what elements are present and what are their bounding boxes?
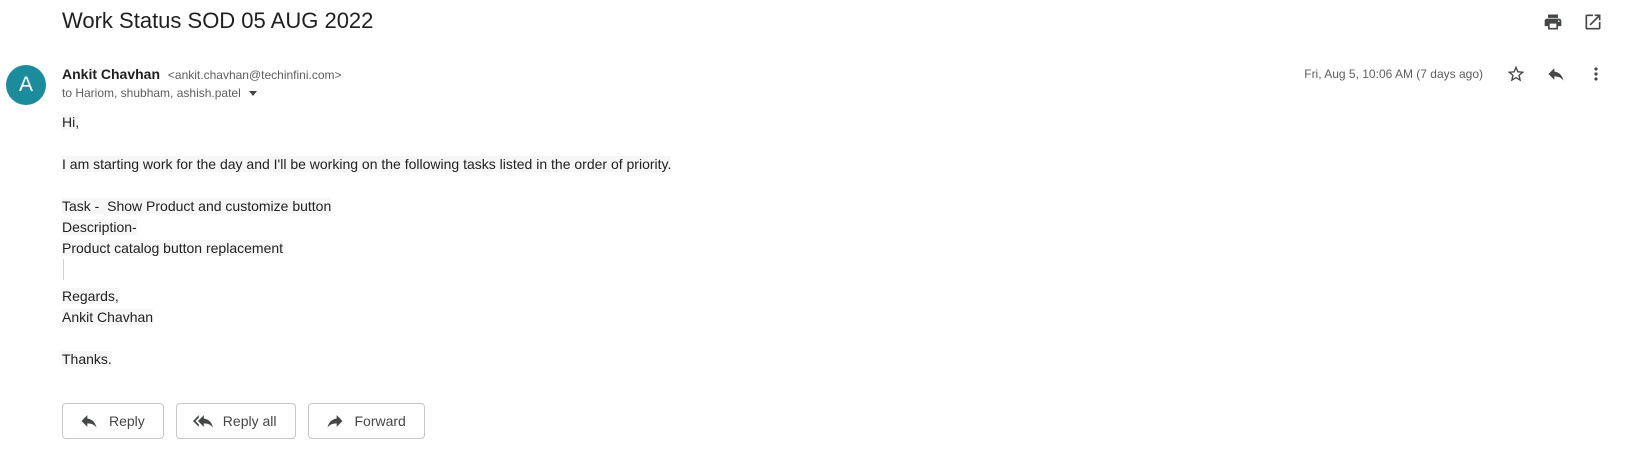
body-signature: Ankit Chavhan (62, 309, 154, 325)
recipients-line: to Hariom, shubham, ashish.patel (62, 85, 257, 101)
star-icon[interactable] (1497, 58, 1535, 90)
chevron-down-icon[interactable] (248, 90, 257, 96)
body-regards: Regards, (62, 288, 119, 304)
email-subject: Work Status SOD 05 AUG 2022 (62, 8, 374, 33)
thread-toolbar (1535, 6, 1611, 38)
open-in-new-icon[interactable] (1575, 6, 1611, 38)
avatar[interactable]: A (6, 65, 46, 105)
body-task: Task - Show Product and customize button (62, 198, 332, 214)
reply-all-icon (192, 415, 213, 428)
body-spacer (62, 175, 671, 196)
body-thanks: Thanks. (62, 351, 112, 367)
email-view: Work Status SOD 05 AUG 2022 A Ankit Chav… (0, 0, 1625, 461)
more-vert-icon[interactable] (1577, 58, 1615, 90)
recipients-text: to Hariom, shubham, ashish.patel (62, 86, 241, 100)
body-description: Product catalog button replacement (62, 240, 284, 256)
message-date: Fri, Aug 5, 10:06 AM (7 days ago) (1304, 67, 1483, 81)
sender-line: Ankit Chavhan <ankit.chavhan@techinfini.… (62, 65, 342, 84)
message-body: Hi, I am starting work for the day and I… (62, 112, 672, 370)
reply-actions: Reply Reply all Forward (62, 403, 425, 439)
body-spacer (62, 259, 671, 286)
reply-button-label: Reply (109, 413, 145, 429)
body-description-label: Description- (62, 219, 137, 235)
sender-email: <ankit.chavhan@techinfini.com> (167, 68, 342, 82)
forward-button-label: Forward (354, 413, 406, 429)
reply-all-button[interactable]: Reply all (175, 403, 296, 439)
reply-button[interactable]: Reply (62, 403, 164, 439)
body-spacer (62, 328, 671, 349)
body-greeting: Hi, (62, 114, 80, 130)
body-spacer (62, 133, 671, 154)
sender-name[interactable]: Ankit Chavhan (62, 66, 160, 82)
body-intro: I am starting work for the day and I'll … (62, 156, 672, 172)
print-icon[interactable] (1535, 6, 1571, 38)
forward-icon (327, 415, 342, 428)
forward-button[interactable]: Forward (307, 403, 425, 439)
reply-icon (81, 415, 97, 428)
message-meta: Fri, Aug 5, 10:06 AM (7 days ago) (1304, 58, 1615, 90)
reply-all-button-label: Reply all (222, 413, 277, 429)
reply-icon[interactable] (1537, 58, 1575, 90)
